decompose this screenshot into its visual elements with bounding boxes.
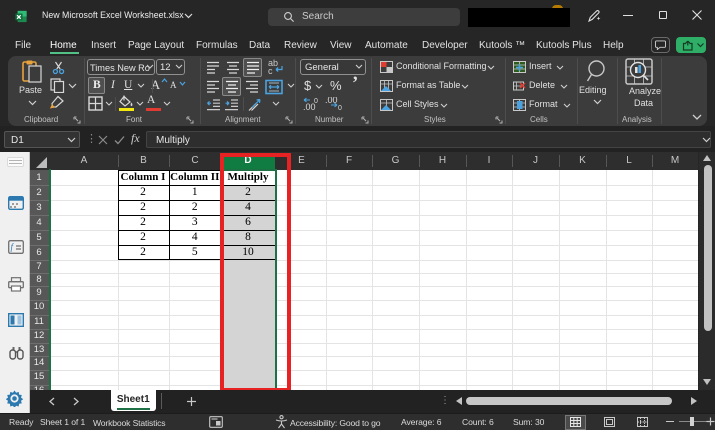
svg-text:c: c [268,66,273,75]
svg-text:.00: .00 [325,97,338,105]
svg-text:0: 0 [338,105,342,111]
svg-text:0: 0 [314,98,318,105]
svg-text:f: f [11,242,15,252]
